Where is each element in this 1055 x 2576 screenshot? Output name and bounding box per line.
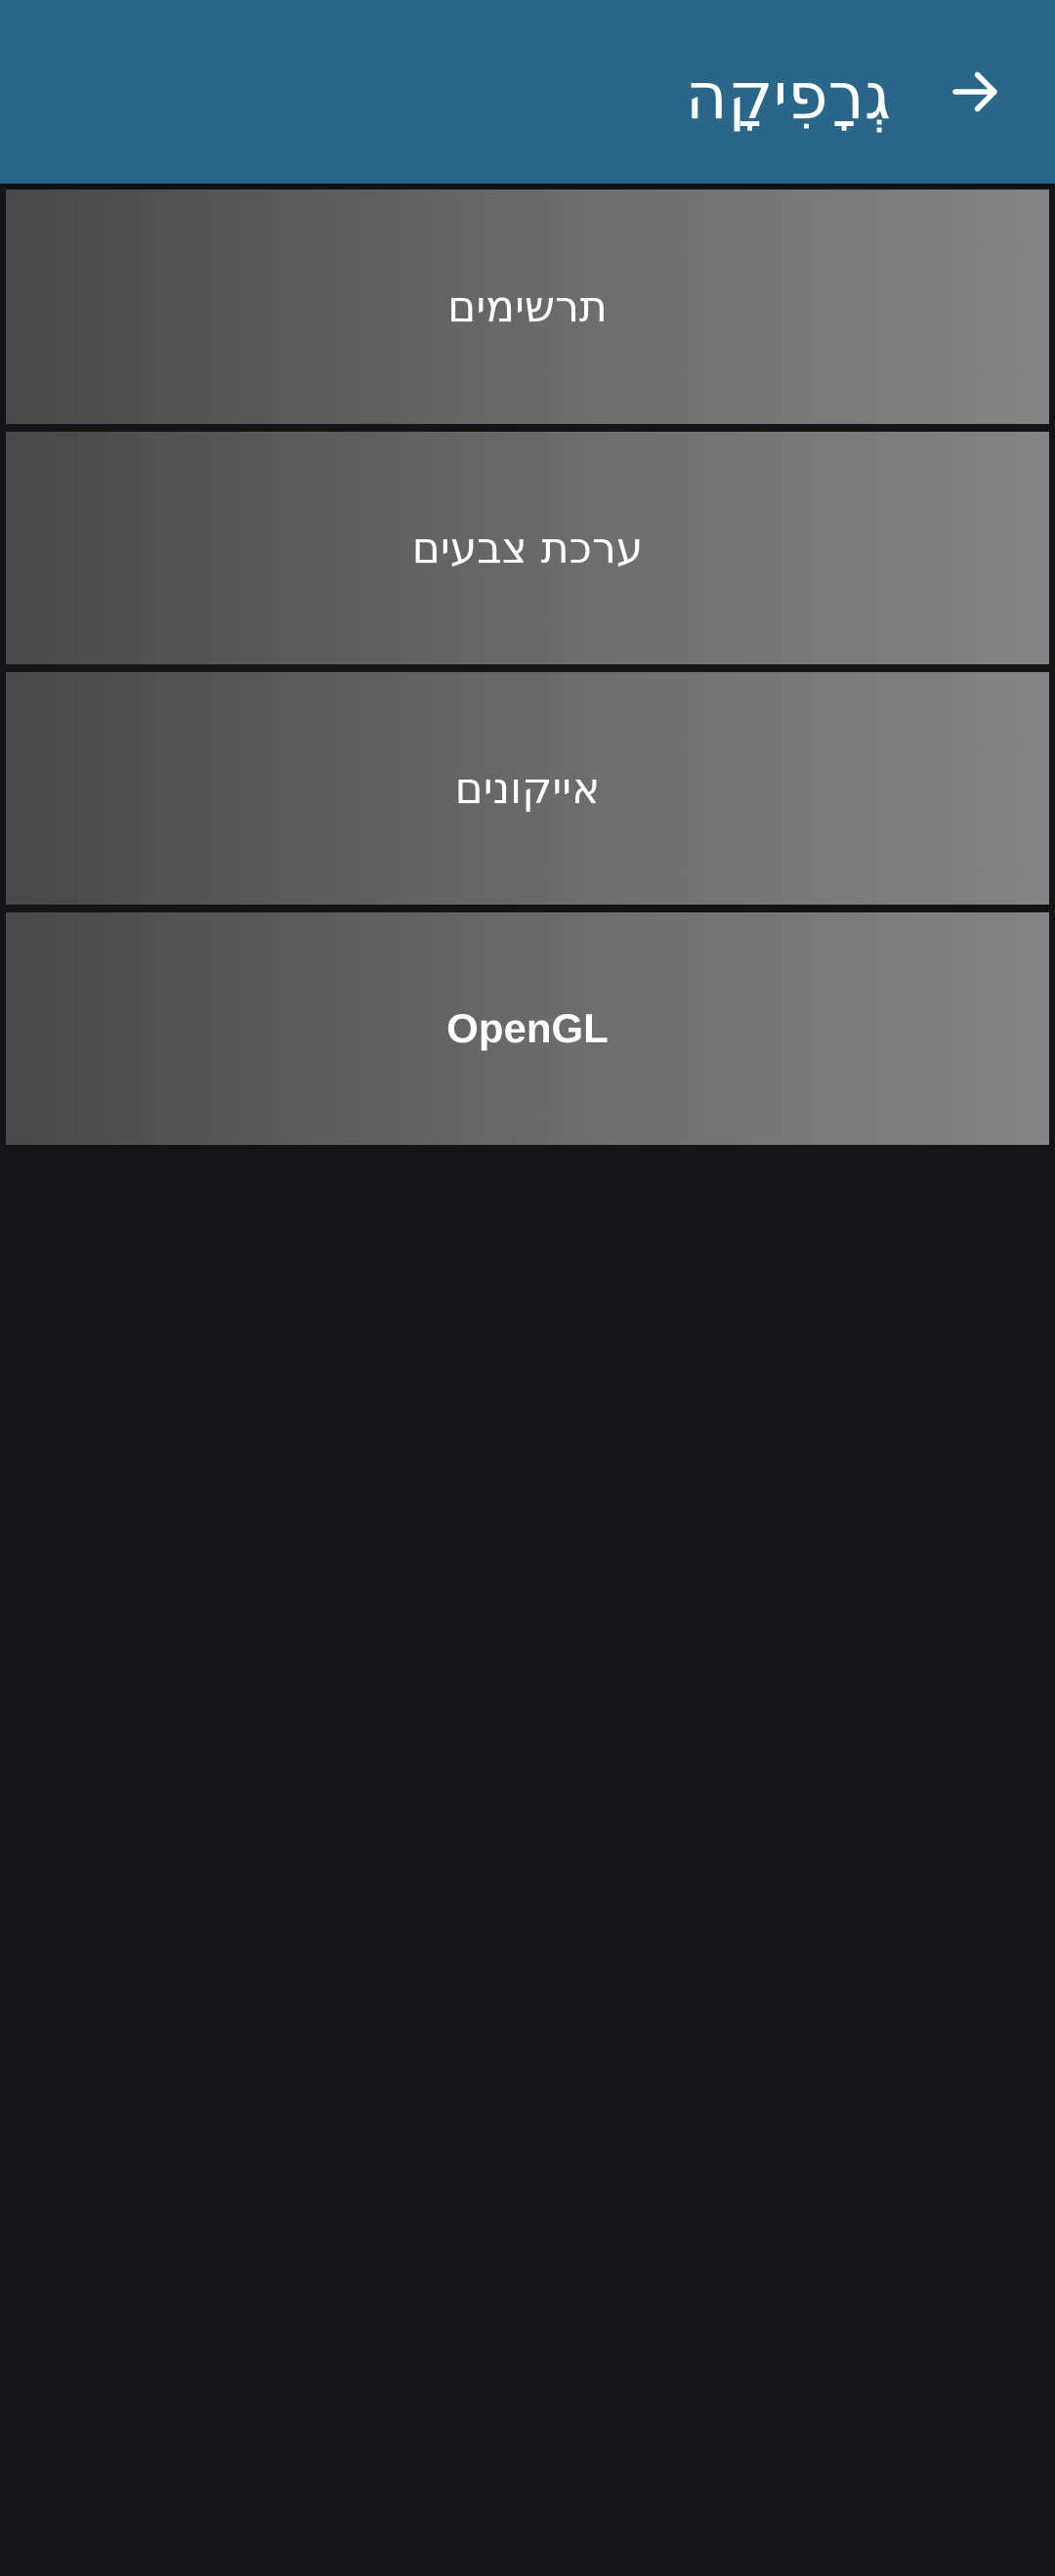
menu-item-charts[interactable]: תרשימים (0, 188, 1055, 428)
menu-item-icons[interactable]: אייקונים (0, 668, 1055, 908)
app-bar: גְרָפִיקָה (0, 0, 1055, 188)
menu-item-label: ערכת צבעים (411, 523, 644, 573)
menu-item-label: תרשימים (447, 281, 608, 332)
menu-item-opengl[interactable]: OpenGL (0, 908, 1055, 1149)
menu-item-label: OpenGL (446, 1005, 609, 1051)
arrow-right-icon (952, 71, 997, 112)
menu-item-color-theme[interactable]: ערכת צבעים (0, 428, 1055, 668)
menu-item-label: אייקונים (454, 763, 601, 814)
menu-list: תרשימים ערכת צבעים אייקונים OpenGL (0, 188, 1055, 1149)
back-button[interactable] (934, 51, 1016, 133)
page-title: גְרָפִיקָה (685, 59, 891, 134)
